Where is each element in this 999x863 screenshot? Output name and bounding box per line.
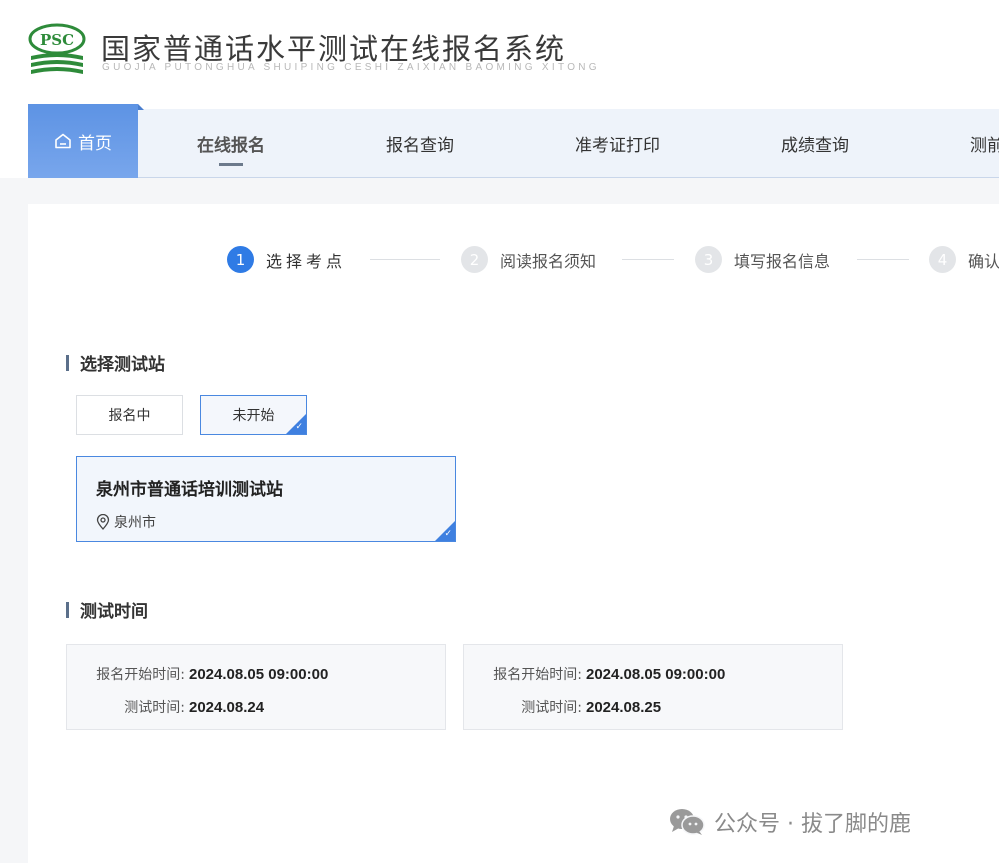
site-subtitle: GUOJIA PUTONGHUA SHUIPING CESHI ZAIXIAN … (102, 62, 600, 73)
time-card[interactable]: 报名开始时间: 2024.08.05 09:00:00 测试时间: 2024.0… (66, 644, 446, 730)
home-icon (55, 133, 71, 149)
registration-start-label: 报名开始时间: (493, 667, 582, 683)
step-1: 1 选择考点 (227, 246, 346, 273)
svg-text:PSC: PSC (40, 31, 74, 49)
nav-online-registration[interactable]: 在线报名 (197, 109, 265, 177)
watermark: 公众号 · 拔了脚的鹿 (668, 806, 911, 838)
section-title-station: 选择测试站 (66, 350, 165, 375)
registration-start-row: 报名开始时间: 2024.08.05 09:00:00 (67, 664, 447, 684)
step-connector (622, 259, 674, 260)
station-name: 泉州市普通话培训测试站 (96, 480, 283, 500)
step-number: 4 (929, 246, 956, 273)
step-connector (857, 259, 909, 260)
test-time-label: 测试时间: (521, 700, 582, 716)
test-time-label: 测试时间: (124, 700, 185, 716)
check-icon: ✓ (295, 422, 303, 432)
step-label: 填写报名信息 (734, 251, 831, 271)
step-connector (370, 259, 440, 260)
nav-score-query[interactable]: 成绩查询 (781, 109, 849, 177)
test-time-row: 测试时间: 2024.08.24 (67, 697, 447, 717)
nav-active-indicator (219, 163, 243, 166)
filter-not-started-button[interactable]: 未开始 ✓ (200, 395, 307, 435)
station-card[interactable]: 泉州市普通话培训测试站 泉州市 ✓ (76, 456, 456, 542)
time-card[interactable]: 报名开始时间: 2024.08.05 09:00:00 测试时间: 2024.0… (463, 644, 843, 730)
step-label: 确认 (968, 251, 999, 271)
nav-home-label: 首页 (78, 133, 112, 154)
check-icon: ✓ (444, 529, 452, 539)
step-3: 3 填写报名信息 (695, 246, 830, 273)
station-location: 泉州市 (96, 512, 156, 532)
filter-label: 报名中 (108, 408, 151, 424)
watermark-text: 公众号 · 拔了脚的鹿 (714, 812, 911, 837)
step-number: 3 (695, 246, 722, 273)
step-label: 阅读报名须知 (500, 251, 597, 271)
header: PSC 国家普通话水平测试在线报名系统 GUOJIA PUTONGHUA SHU… (0, 0, 999, 178)
registration-start-row: 报名开始时间: 2024.08.05 09:00:00 (464, 664, 844, 684)
step-4: 4 确认 (929, 246, 999, 273)
filter-label: 未开始 (232, 408, 275, 424)
filter-registering-button[interactable]: 报名中 (76, 395, 183, 435)
test-time-row: 测试时间: 2024.08.25 (464, 697, 844, 717)
nav-pretest[interactable]: 测前 (970, 109, 999, 177)
nav-admission-ticket-print[interactable]: 准考证打印 (575, 109, 660, 177)
psc-logo-icon: PSC (28, 23, 86, 74)
location-pin-icon (96, 514, 110, 530)
station-city-label: 泉州市 (114, 515, 156, 531)
registration-start-value: 2024.08.05 09:00:00 (189, 665, 329, 683)
step-number: 2 (461, 246, 488, 273)
nav-registration-query[interactable]: 报名查询 (386, 109, 454, 177)
main-nav: 首页 在线报名 报名查询 准考证打印 成绩查询 测前 (28, 104, 999, 178)
test-time-value: 2024.08.25 (586, 698, 662, 716)
nav-home[interactable]: 首页 (28, 104, 144, 178)
test-time-value: 2024.08.24 (189, 698, 265, 716)
registration-start-label: 报名开始时间: (96, 667, 185, 683)
step-number: 1 (227, 246, 254, 273)
section-title-test-time: 测试时间 (66, 597, 148, 622)
registration-start-value: 2024.08.05 09:00:00 (586, 665, 726, 683)
step-2: 2 阅读报名须知 (461, 246, 596, 273)
wechat-icon (670, 809, 705, 835)
step-label: 选择考点 (266, 251, 347, 271)
